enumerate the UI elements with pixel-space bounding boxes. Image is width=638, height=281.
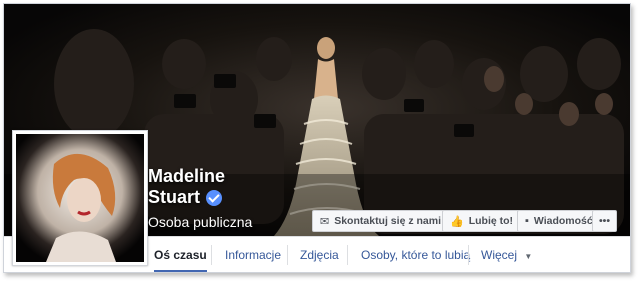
message-button-label: Wiadomość: [533, 215, 593, 227]
profile-picture[interactable]: [12, 130, 148, 266]
tab-divider: [287, 245, 288, 265]
tab-photos[interactable]: Zdjęcia: [300, 237, 339, 272]
tab-likes[interactable]: Osoby, które to lubią: [361, 237, 470, 272]
tab-timeline[interactable]: Oś czasu: [154, 237, 207, 272]
page-header-frame: Madeline Stuart Osoba publiczna ✉ Skonta…: [3, 3, 631, 273]
page-name-line2: Stuart: [148, 187, 201, 207]
message-icon: ▪: [525, 215, 529, 227]
thumbs-up-icon: 👍: [450, 215, 464, 228]
tab-about[interactable]: Informacje: [225, 237, 281, 272]
page-name[interactable]: Madeline Stuart: [148, 166, 225, 208]
tab-more-label: Więcej: [481, 248, 518, 262]
tab-divider: [347, 245, 348, 265]
contact-button[interactable]: ✉ Skontaktuj się z nami: [312, 210, 449, 232]
page-category[interactable]: Osoba publiczna: [148, 214, 252, 230]
like-button[interactable]: 👍 Lubię to!: [442, 210, 522, 232]
verified-badge-icon: [206, 189, 223, 206]
tab-divider: [211, 245, 212, 265]
profile-picture-image: [16, 134, 144, 262]
more-options-icon: •••: [599, 215, 611, 227]
contact-button-label: Skontaktuj się z nami: [334, 215, 441, 227]
like-button-label: Lubię to!: [468, 215, 514, 227]
tab-more[interactable]: Więcej ▼: [481, 237, 533, 272]
chevron-down-icon: ▼: [524, 252, 533, 261]
message-button[interactable]: ▪ Wiadomość: [517, 210, 601, 232]
envelope-icon: ✉: [320, 215, 330, 228]
page-name-line1: Madeline: [148, 166, 226, 186]
tab-divider: [468, 245, 469, 265]
more-options-button[interactable]: •••: [592, 210, 618, 232]
